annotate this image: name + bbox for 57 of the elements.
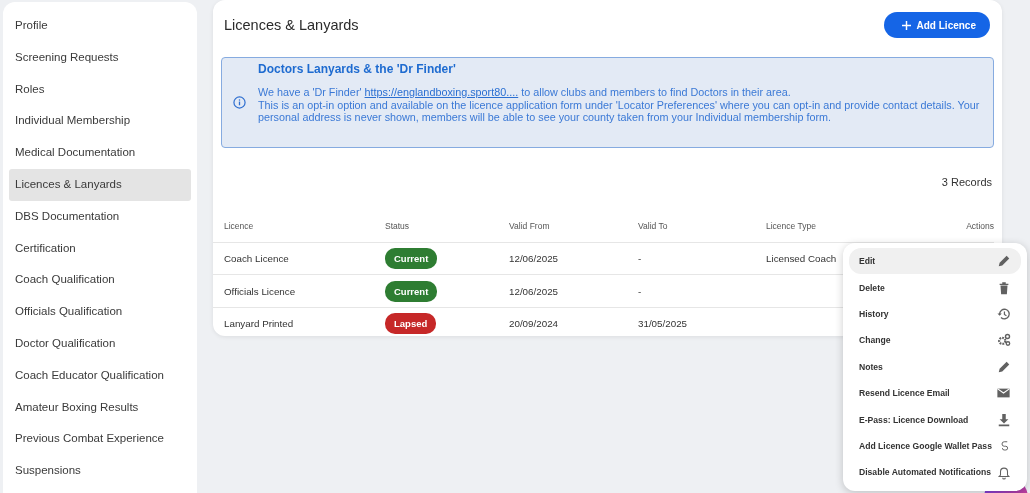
sidebar-item[interactable]: Doctor Qualification (9, 327, 191, 360)
download-icon (997, 412, 1011, 427)
sidebar-item[interactable]: Suspensions (9, 455, 191, 487)
menu-item[interactable]: Resend Licence Email (849, 379, 1021, 407)
sidebar-item[interactable]: Individual Membership (9, 105, 191, 138)
column-header: Actions (966, 220, 994, 231)
trash-icon (997, 280, 1011, 295)
menu-item[interactable]: Delete (849, 274, 1021, 301)
pencil-icon (997, 254, 1011, 269)
menu-item[interactable]: Notes (849, 353, 1021, 380)
sidebar-item[interactable]: Amateur Boxing Results (9, 391, 191, 424)
menu-item[interactable]: E-Pass: Licence Download (849, 406, 1021, 433)
info-icon (233, 96, 246, 109)
table-cell: 12/06/2025 (509, 253, 559, 265)
page-title: Licences & Lanyards (224, 17, 359, 33)
column-header: Status (385, 220, 410, 231)
sidebar-item[interactable]: Officials Qualification (9, 296, 191, 328)
table-cell: Licensed Coach (766, 253, 837, 265)
column-header: Valid From (509, 220, 550, 231)
table-cell: Coach Licence (224, 253, 289, 265)
pencil-icon (997, 359, 1011, 374)
menu-item[interactable]: Edit (849, 248, 1021, 275)
notice-text: We have a 'Dr Finder' https://englandboxing.sport80.... to allow clubs and members to find Doctors in their area. (258, 86, 792, 99)
column-header: Licence Type (766, 220, 816, 231)
notice-title: Doctors Lanyards & the 'Dr Finder' (258, 62, 457, 76)
history-icon (997, 306, 1011, 321)
sidebar-item[interactable]: Coach Educator Qualification (9, 359, 191, 392)
status-badge: Current (385, 248, 438, 270)
sidebar-item[interactable]: Roles (9, 73, 191, 106)
table-cell: Lanyard Printed (224, 318, 294, 330)
table-cell: - (638, 253, 642, 265)
notice-text: This is an opt-in option and available on the licence application form under 'Locator Preferences' where you can opt-in and provide contact details. Your personal address is never shown, members will be able to see your county taken from your Individual membership form. (258, 98, 981, 124)
sidebar-item[interactable]: Previous Combat Experience (9, 423, 191, 456)
column-header: Valid To (638, 220, 668, 231)
sidebar-item[interactable]: Coach Qualification (9, 264, 191, 297)
sidebar-item[interactable]: Profile (9, 10, 191, 42)
sidebar-item[interactable]: Screening Requests (9, 41, 191, 74)
menu-item[interactable]: Add Licence Google Wallet Pass (849, 432, 1021, 460)
column-header: Licence (224, 220, 254, 231)
add-licence-button[interactable]: Add Licence (883, 12, 990, 38)
table-cell: 31/05/2025 (638, 318, 688, 330)
status-badge: Lapsed (385, 313, 437, 335)
status-badge: Current (385, 280, 438, 302)
sidebar-item[interactable]: Medical Documentation (9, 137, 191, 169)
plus-icon (901, 20, 911, 30)
sidebar-item[interactable]: Certification (9, 232, 191, 265)
dr-finder-link[interactable]: https://englandboxing.sport80.... (364, 86, 519, 98)
sidebar-item[interactable]: Licences & Lanyards (9, 169, 191, 201)
table-cell: 20/09/2024 (509, 318, 559, 330)
records-count: 3 Records (941, 176, 992, 190)
menu-item[interactable]: Change (849, 327, 1021, 354)
table-cell: 12/06/2025 (509, 285, 559, 297)
table-cell: Officials Licence (224, 285, 296, 297)
table-cell: - (638, 285, 642, 297)
menu-item[interactable]: History (849, 300, 1021, 328)
sidebar-item[interactable]: DBS Documentation (9, 200, 191, 233)
menu-item[interactable]: Disable Automated Notifications (849, 459, 1021, 486)
